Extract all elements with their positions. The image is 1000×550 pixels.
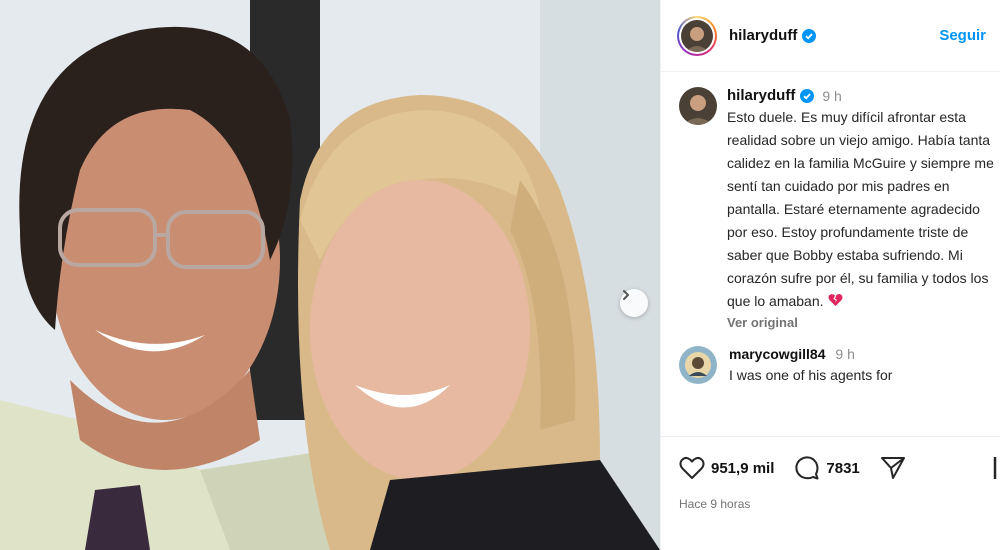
caption: hilaryduff 9 h Esto duele. Es muy difíci…: [661, 73, 1000, 330]
caption-time: 9 h: [822, 87, 842, 104]
comments-count[interactable]: 7831: [826, 460, 859, 477]
chevron-right-icon: [623, 290, 629, 300]
caption-username[interactable]: hilaryduff: [727, 87, 795, 104]
comment-item: marycowgill84 9 h I was one of his agent…: [661, 330, 1000, 386]
save-button[interactable]: [993, 455, 1000, 481]
avatar[interactable]: [679, 87, 717, 125]
story-ring[interactable]: [677, 15, 717, 56]
share-button[interactable]: [880, 455, 906, 481]
heart-icon: [679, 457, 705, 479]
follow-button[interactable]: Seguir: [939, 27, 986, 44]
post-header: hilaryduff Seguir: [661, 0, 1000, 72]
post-photo[interactable]: [0, 0, 660, 550]
likes-count[interactable]: 951,9 mil: [711, 460, 774, 477]
comment-text: I was one of his agents for: [729, 366, 893, 383]
avatar[interactable]: [679, 345, 717, 384]
next-photo-button[interactable]: [620, 289, 648, 317]
caption-text-block: Esto duele. Es muy difícil afrontar esta…: [727, 106, 999, 314]
share-icon: [880, 457, 905, 479]
comments-list[interactable]: hilaryduff 9 h Esto duele. Es muy difíci…: [661, 73, 1000, 435]
caption-text: Esto duele. Es muy difícil afrontar esta…: [727, 109, 994, 309]
bookmark-icon: [993, 457, 997, 479]
broken-heart-icon: [828, 291, 843, 314]
verified-badge-icon: [802, 28, 817, 43]
photo-illustration: [0, 0, 660, 550]
action-bar: 951,9 mil 7831 Hace 9 horas: [661, 436, 1000, 511]
comment-icon: [795, 456, 819, 480]
post-side-panel: hilaryduff Seguir hilaryduff 9 h Esto du…: [660, 0, 1000, 550]
verified-badge-icon: [800, 88, 815, 103]
comment-time: 9 h: [835, 345, 855, 362]
header-username[interactable]: hilaryduff: [729, 27, 797, 44]
post-timestamp: Hace 9 horas: [679, 497, 751, 511]
avatar: [681, 19, 713, 52]
comment-button[interactable]: 7831: [794, 455, 860, 481]
see-original-link[interactable]: Ver original: [727, 315, 999, 330]
comment-username[interactable]: marycowgill84: [729, 346, 826, 362]
like-button[interactable]: 951,9 mil: [679, 456, 774, 480]
